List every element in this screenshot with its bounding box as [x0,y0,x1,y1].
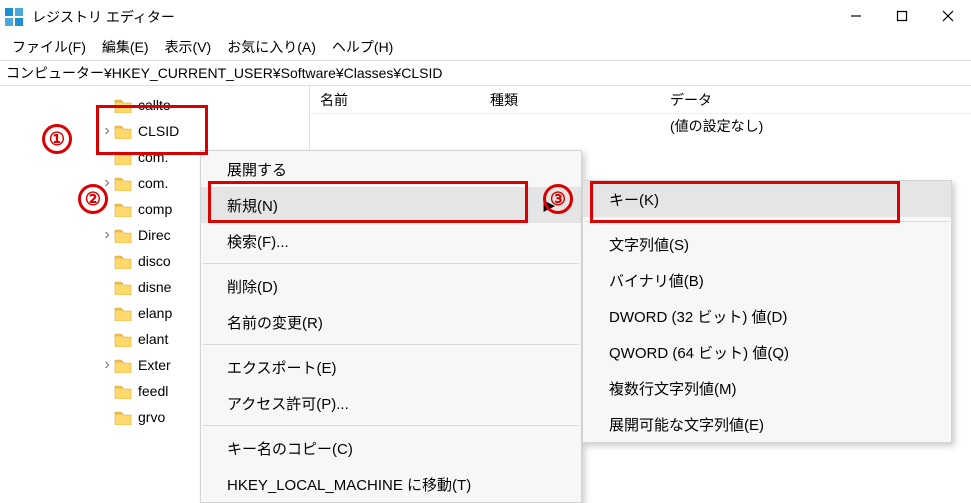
menubar: ファイル(F) 編集(E) 表示(V) お気に入り(A) ヘルプ(H) [0,34,971,60]
cell-data: (値の設定なし) [660,116,971,136]
tree-item-label: disco [138,253,171,269]
folder-icon [114,176,132,191]
tree-item-label: disne [138,279,171,295]
folder-icon [114,124,132,139]
ctx-new-string[interactable]: 文字列値(S) [583,226,951,262]
titlebar: レジストリ エディター [0,0,971,34]
ctx-new-multistring[interactable]: 複数行文字列値(M) [583,370,951,406]
ctx-new-qword[interactable]: QWORD (64 ビット) 値(Q) [583,334,951,370]
ctx-delete[interactable]: 削除(D) [201,268,581,304]
close-button[interactable] [925,0,971,32]
folder-icon [114,332,132,347]
chevron-right-icon[interactable]: › [100,122,114,140]
ctx-new-label: 新規(N) [227,195,278,216]
col-type[interactable]: 種類 [480,90,660,110]
ctx-sep [203,263,579,264]
annotation-badge-2: ② [78,184,108,214]
ctx-new-key[interactable]: キー(K) [583,181,951,217]
menu-help[interactable]: ヘルプ(H) [324,35,401,59]
list-header: 名前 種類 データ [310,86,971,114]
folder-icon [114,254,132,269]
menu-view[interactable]: 表示(V) [157,35,220,59]
tree-item-label: com. [138,175,168,191]
folder-icon [114,280,132,295]
menu-edit[interactable]: 編集(E) [94,35,157,59]
tree-item-label: callto [138,97,171,113]
context-menu-new: キー(K) 文字列値(S) バイナリ値(B) DWORD (32 ビット) 値(… [582,180,952,443]
list-row[interactable]: (値の設定なし) [310,114,971,138]
tree-item-label: elanp [138,305,172,321]
window-title: レジストリ エディター [32,7,175,27]
menu-file[interactable]: ファイル(F) [4,35,94,59]
annotation-badge-3: ③ [543,184,573,214]
maximize-button[interactable] [879,0,925,32]
folder-icon [114,98,132,113]
ctx-sep [203,344,579,345]
tree-item-label: grvo [138,409,165,425]
col-data[interactable]: データ [660,90,971,110]
folder-icon [114,358,132,373]
ctx-permissions[interactable]: アクセス許可(P)... [201,385,581,421]
col-name[interactable]: 名前 [310,90,480,110]
tree-item-label: elant [138,331,168,347]
annotation-badge-1: ① [42,124,72,154]
tree-item-label: comp [138,201,172,217]
chevron-right-icon[interactable]: › [100,226,114,244]
ctx-export[interactable]: エクスポート(E) [201,349,581,385]
ctx-new-expandstring[interactable]: 展開可能な文字列値(E) [583,406,951,442]
ctx-jump[interactable]: HKEY_LOCAL_MACHINE に移動(T) [201,466,581,502]
tree-item-label: feedl [138,383,168,399]
tree-item-label: Direc [138,227,171,243]
ctx-expand[interactable]: 展開する [201,151,581,187]
tree-item-label: CLSID [138,123,179,139]
folder-icon [114,150,132,165]
ctx-find[interactable]: 検索(F)... [201,223,581,259]
context-menu-tree: 展開する 新規(N) ▶ 検索(F)... 削除(D) 名前の変更(R) エクス… [200,150,582,503]
ctx-sep [203,425,579,426]
window-controls [833,0,971,32]
ctx-new-dword[interactable]: DWORD (32 ビット) 値(D) [583,298,951,334]
folder-icon [114,410,132,425]
ctx-new[interactable]: 新規(N) ▶ [201,187,581,223]
ctx-copykey[interactable]: キー名のコピー(C) [201,430,581,466]
tree-item-label: Exter [138,357,171,373]
ctx-sep [585,221,949,222]
chevron-right-icon[interactable]: › [100,356,114,374]
folder-icon [114,202,132,217]
regedit-icon [4,7,24,27]
folder-icon [114,228,132,243]
ctx-new-binary[interactable]: バイナリ値(B) [583,262,951,298]
address-text: コンピューター¥HKEY_CURRENT_USER¥Software¥Class… [6,63,442,83]
folder-icon [114,306,132,321]
menu-favorites[interactable]: お気に入り(A) [219,35,324,59]
ctx-rename[interactable]: 名前の変更(R) [201,304,581,340]
folder-icon [114,384,132,399]
address-bar[interactable]: コンピューター¥HKEY_CURRENT_USER¥Software¥Class… [0,60,971,86]
minimize-button[interactable] [833,0,879,32]
tree-item-label: com. [138,149,168,165]
tree-item[interactable]: callto [0,92,309,118]
